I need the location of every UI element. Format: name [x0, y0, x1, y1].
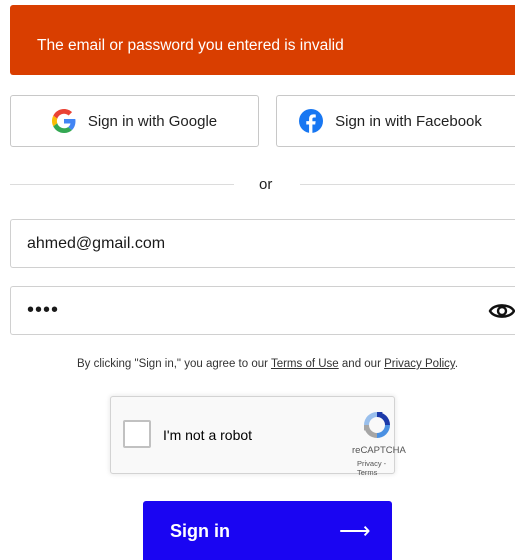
email-input[interactable]: [27, 220, 467, 267]
terms-of-use-link[interactable]: Terms of Use: [271, 358, 339, 370]
facebook-signin-label: Sign in with Facebook: [335, 112, 482, 130]
email-field: [10, 219, 515, 268]
terms-middle: and our: [338, 358, 385, 370]
divider-line-right: [300, 184, 515, 185]
google-signin-label: Sign in with Google: [87, 112, 218, 130]
sign-in-label: Sign in: [170, 521, 230, 541]
sign-in-button[interactable]: Sign in ⟶: [143, 501, 392, 560]
terms-prefix: By clicking "Sign in," you agree to our: [76, 358, 271, 370]
recaptcha-brand: reCAPTCHA: [352, 445, 406, 456]
error-message: The email or password you entered is inv…: [37, 37, 344, 54]
facebook-icon: [299, 109, 324, 133]
eye-icon[interactable]: [488, 300, 515, 322]
google-signin-button[interactable]: Sign in with Google: [10, 95, 259, 147]
recaptcha-label: I'm not a robot: [163, 427, 253, 443]
recaptcha-checkbox[interactable]: [123, 420, 151, 448]
recaptcha-privacy-link[interactable]: Privacy: [357, 459, 382, 468]
terms-suffix: .: [454, 358, 459, 370]
divider-text: or: [259, 176, 273, 193]
recaptcha-logo-icon: [364, 412, 390, 438]
privacy-policy-link[interactable]: Privacy Policy: [384, 358, 455, 370]
recaptcha-separator: -: [381, 459, 387, 468]
google-icon: [51, 109, 76, 133]
terms-notice: By clicking "Sign in," you agree to our …: [0, 358, 515, 370]
recaptcha-terms-link[interactable]: Terms: [357, 468, 377, 477]
error-banner: The email or password you entered is inv…: [10, 5, 515, 75]
password-field: [10, 286, 515, 335]
recaptcha-links: Privacy - Terms: [357, 459, 394, 477]
or-divider: or: [0, 176, 515, 193]
divider-line-left: [10, 184, 234, 185]
recaptcha-widget: I'm not a robot reCAPTCHA Privacy - Term…: [110, 396, 406, 477]
arrow-right-icon: ⟶: [339, 518, 371, 543]
password-input[interactable]: [27, 287, 467, 334]
facebook-signin-button[interactable]: Sign in with Facebook: [276, 95, 515, 147]
